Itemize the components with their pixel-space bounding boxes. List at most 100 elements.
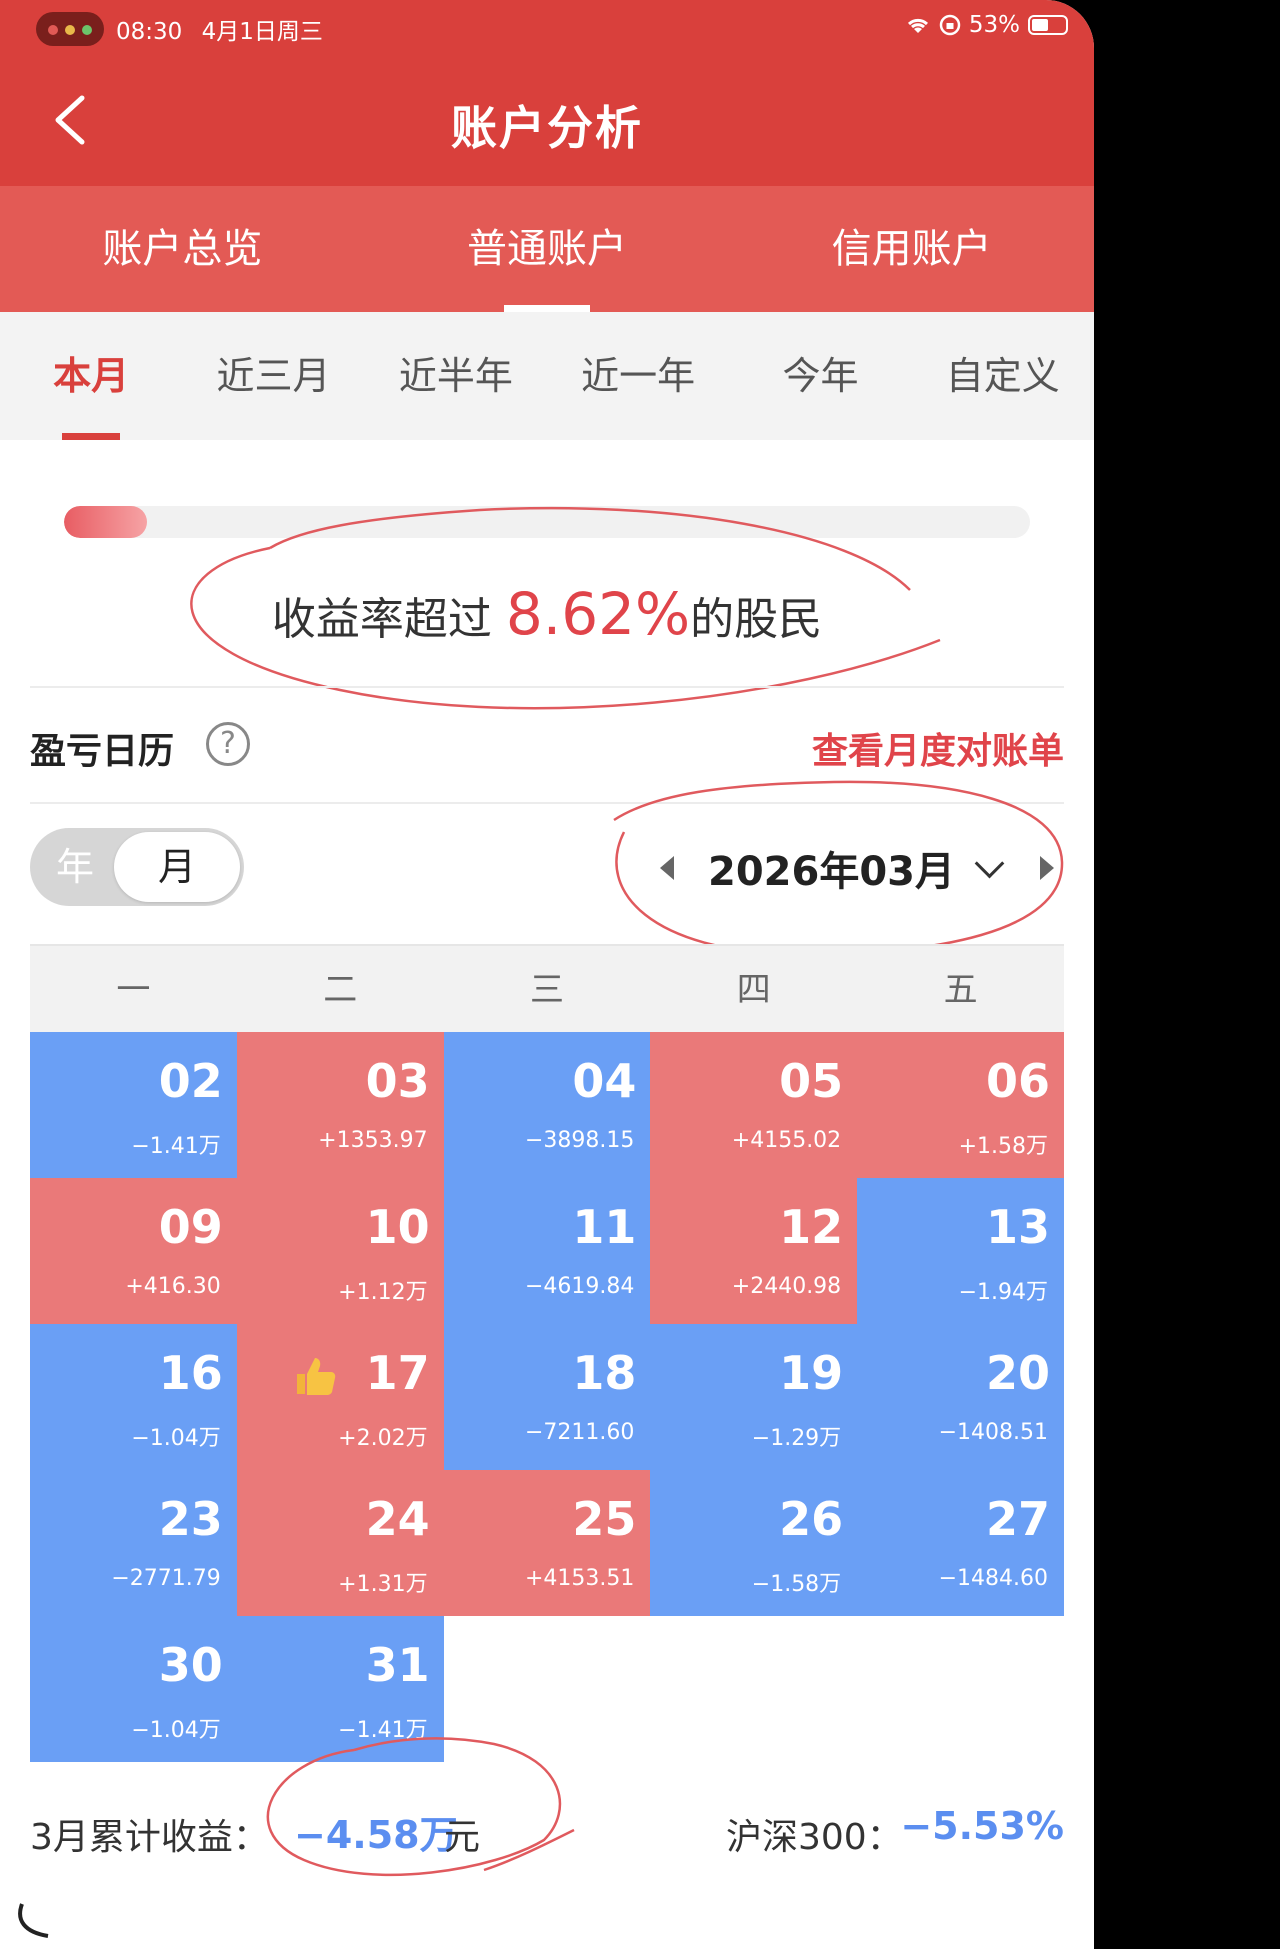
battery-icon <box>1028 15 1068 35</box>
calendar-day-cell[interactable]: 02 −1.41万 <box>30 1032 237 1178</box>
calendar-day-cell[interactable]: 13 −1.94万 <box>857 1178 1064 1324</box>
calendar-day-cell[interactable]: 30 −1.04万 <box>30 1616 237 1762</box>
divider <box>30 802 1064 804</box>
calendar-day-number: 03 <box>365 1054 430 1108</box>
calendar-day-pl: −1.58万 <box>751 1572 842 1597</box>
recording-indicator <box>36 12 104 46</box>
calendar-day-cell[interactable]: 24 +1.31万 <box>236 1470 444 1616</box>
calendar-day-number: 19 <box>779 1346 844 1400</box>
calendar-day-cell[interactable]: 16 −1.04万 <box>30 1324 237 1470</box>
pl-calendar-title: 盈亏日历 <box>30 731 175 772</box>
calendar-day-pl: −1484.60 <box>938 1566 1048 1591</box>
calendar-empty-cell <box>650 1616 858 1762</box>
calendar-day-cell[interactable]: 25 +4153.51 <box>443 1470 651 1616</box>
percentile-text: 收益率超过 8.62%的股民 <box>0 580 1094 648</box>
calendar-day-pl: +416.30 <box>125 1274 221 1299</box>
tab-account-overview[interactable]: 账户总览 <box>0 186 365 312</box>
thumbs-up-icon <box>296 1358 336 1395</box>
status-date: 4月1日周三 <box>201 19 323 45</box>
weekday-label: 三 <box>529 970 564 1010</box>
calendar-day-number: 02 <box>158 1054 223 1108</box>
calendar-day-cell[interactable]: 26 −1.58万 <box>650 1470 858 1616</box>
calendar-day-cell[interactable]: 12 +2440.98 <box>650 1178 858 1324</box>
toggle-year[interactable]: 年 <box>56 828 94 906</box>
weekday-header: 一 二 三 四 五 <box>30 944 1064 1034</box>
calendar-day-number: 26 <box>779 1492 844 1546</box>
calendar-day-number: 11 <box>572 1200 637 1254</box>
calendar-day-pl: +1.12万 <box>338 1280 428 1305</box>
calendar-day-pl: +1.58万 <box>958 1134 1048 1159</box>
calendar-day-pl: +4155.02 <box>731 1128 842 1153</box>
calendar-day-cell[interactable]: 27 −1484.60 <box>857 1470 1064 1616</box>
calendar-day-pl: −1.41万 <box>131 1134 221 1159</box>
triangle-left-icon[interactable] <box>660 856 674 880</box>
calendar-day-cell[interactable]: 04 −3898.15 <box>443 1032 651 1178</box>
chevron-down-icon[interactable] <box>974 848 1005 878</box>
tab-normal-account[interactable]: 普通账户 <box>365 186 730 312</box>
page-title: 账户分析 <box>451 101 643 155</box>
calendar-day-number: 20 <box>985 1346 1050 1400</box>
weekday-label: 一 <box>116 970 151 1010</box>
tab-this-month[interactable]: 本月 <box>0 312 182 440</box>
rotation-lock-icon <box>939 14 961 36</box>
calendar-empty-cell <box>443 1616 651 1762</box>
percentile-value: 8.62% <box>505 580 691 648</box>
monthly-return-unit: 元 <box>444 1817 481 1858</box>
percentile-suffix: 的股民 <box>690 594 823 645</box>
calendar-day-pl: −1408.51 <box>938 1420 1048 1445</box>
calendar-day-cell[interactable]: 19 −1.29万 <box>650 1324 858 1470</box>
percentile-progress-bar <box>64 506 1030 538</box>
calendar-day-number: 24 <box>365 1492 430 1546</box>
monthly-return-label: 3月累计收益： <box>30 1817 269 1858</box>
status-time-date: 08:30 4月1日周三 <box>116 12 323 46</box>
calendar-day-pl: −4619.84 <box>524 1274 635 1299</box>
calendar-day-cell[interactable]: 03 +1353.97 <box>236 1032 444 1178</box>
calendar-day-cell[interactable]: 23 −2771.79 <box>30 1470 237 1616</box>
question-circle-icon[interactable]: ? <box>206 722 250 766</box>
percentile-progress-fill <box>64 506 148 538</box>
calendar-day-cell[interactable]: 20 −1408.51 <box>857 1324 1064 1470</box>
calendar-day-number: 05 <box>779 1054 844 1108</box>
status-right: 53% <box>905 12 1068 38</box>
calendar-day-number: 12 <box>779 1200 844 1254</box>
calendar-day-cell[interactable]: 09 +416.30 <box>30 1178 237 1324</box>
tab-one-year[interactable]: 近一年 <box>547 312 729 440</box>
status-time: 08:30 <box>116 19 183 45</box>
calendar-day-cell[interactable]: 06 +1.58万 <box>857 1032 1064 1178</box>
calendar-day-number: 31 <box>365 1638 430 1692</box>
status-bar: 08:30 4月1日周三 53% <box>0 0 1094 56</box>
year-month-toggle[interactable]: 年 月 <box>30 828 244 906</box>
calendar-day-pl: +2440.98 <box>731 1274 842 1299</box>
calendar-day-pl: −7211.60 <box>524 1420 635 1445</box>
calendar-day-cell[interactable]: 17 +2.02万 <box>236 1324 444 1470</box>
calendar-day-cell[interactable]: 18 −7211.60 <box>443 1324 651 1470</box>
calendar-day-cell[interactable]: 05 +4155.02 <box>650 1032 858 1178</box>
tab-three-months[interactable]: 近三月 <box>182 312 364 440</box>
title-bar: 账户分析 <box>0 56 1094 186</box>
weekday-label: 二 <box>323 970 358 1010</box>
period-tabs: 本月 近三月 近半年 近一年 今年 自定义 <box>0 312 1094 440</box>
month-label[interactable]: 2026年03月 <box>708 839 955 897</box>
battery-percent: 53% <box>968 12 1020 38</box>
monthly-return-value: −4.58万 <box>294 1813 458 1857</box>
tab-custom[interactable]: 自定义 <box>912 312 1094 440</box>
toggle-month[interactable]: 月 <box>114 832 240 902</box>
tab-this-year[interactable]: 今年 <box>729 312 911 440</box>
calendar-day-cell[interactable]: 31 −1.41万 <box>236 1616 444 1762</box>
calendar-day-number: 27 <box>985 1492 1050 1546</box>
month-picker: 2026年03月 <box>660 836 1054 900</box>
calendar-day-number: 23 <box>158 1492 223 1546</box>
calendar-day-number: 25 <box>572 1492 637 1546</box>
calendar-day-pl: −1.04万 <box>131 1718 221 1743</box>
calendar-day-cell[interactable]: 11 −4619.84 <box>443 1178 651 1324</box>
tab-half-year[interactable]: 近半年 <box>365 312 547 440</box>
calendar-day-number: 04 <box>572 1054 637 1108</box>
calendar-day-number: 09 <box>158 1200 223 1254</box>
monthly-statement-link[interactable]: 查看月度对账单 <box>812 722 1064 774</box>
calendar-day-cell[interactable]: 10 +1.12万 <box>236 1178 444 1324</box>
tab-credit-account[interactable]: 信用账户 <box>729 186 1094 312</box>
wifi-icon <box>907 18 928 33</box>
triangle-right-icon[interactable] <box>1040 856 1054 880</box>
calendar-day-pl: +1353.97 <box>318 1128 428 1153</box>
calendar-day-pl: +4153.51 <box>524 1566 635 1591</box>
